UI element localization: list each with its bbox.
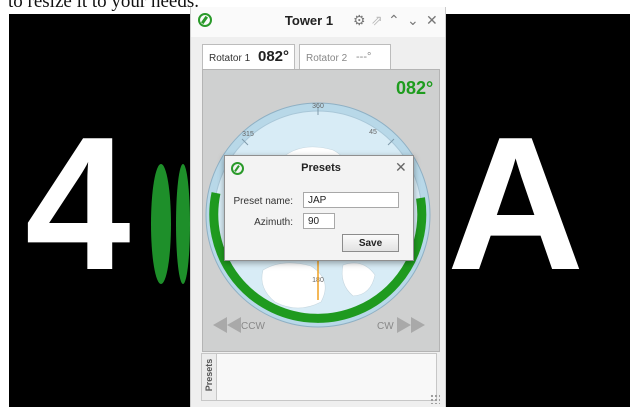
compass-label-315: 315 [242, 131, 254, 138]
dialog-logo-icon [231, 162, 244, 175]
close-icon[interactable]: ✕ [426, 12, 438, 28]
chevron-up-icon[interactable]: ⌃ [388, 12, 400, 28]
dialog-close-icon[interactable]: ✕ [395, 159, 407, 175]
gear-icon[interactable]: ⚙ [353, 12, 366, 28]
presets-side-tab[interactable]: Presets [202, 354, 217, 400]
azimuth-input[interactable] [303, 213, 335, 229]
background-glyph-left: 4 [25, 98, 131, 310]
background-glyph-right: A [447, 98, 585, 310]
pin-icon[interactable]: ⇗ [371, 12, 383, 28]
presets-panel: Presets [201, 353, 437, 401]
tab-rotator-1[interactable]: Rotator 1 082° [202, 44, 295, 70]
cw-button-label[interactable]: CW [377, 321, 394, 332]
tab-label: Rotator 1 [209, 53, 251, 64]
compass-label-45: 45 [369, 129, 377, 136]
tab-label: Rotator 2 [306, 53, 348, 64]
ccw-button-label[interactable]: CCW [241, 321, 265, 332]
preset-name-input[interactable] [303, 192, 399, 208]
resize-grip-icon[interactable] [430, 394, 440, 404]
presets-tab-label: Presets [204, 358, 214, 392]
window-title: Tower 1 [284, 13, 334, 28]
video-caption: to resize it to your needs. [8, 0, 200, 12]
background-green-shape [151, 164, 171, 284]
heading-readout: 082° [396, 78, 434, 98]
azimuth-label: Azimuth: [254, 217, 293, 228]
save-button[interactable]: Save [342, 234, 399, 252]
tab-heading-value: 082° [258, 48, 290, 65]
background-green-shape [176, 164, 190, 284]
cw-rotate-icon[interactable] [397, 317, 425, 333]
dialog-title: Presets [301, 162, 341, 174]
chevron-down-icon[interactable]: ⌄ [407, 12, 419, 28]
window-titlebar[interactable]: Tower 1 ⚙ ⇗ ⌃ ⌄ ✕ [191, 7, 445, 37]
tab-heading-value: ---° [356, 51, 372, 63]
ccw-rotate-icon[interactable] [213, 317, 241, 333]
presets-dialog: Presets ✕ Preset name: Azimuth: Save [224, 155, 414, 261]
compass-label-360: 360 [312, 103, 324, 110]
app-logo-icon [198, 13, 212, 27]
tab-rotator-2[interactable]: Rotator 2 ---° [299, 44, 391, 70]
preset-name-label: Preset name: [233, 196, 293, 207]
